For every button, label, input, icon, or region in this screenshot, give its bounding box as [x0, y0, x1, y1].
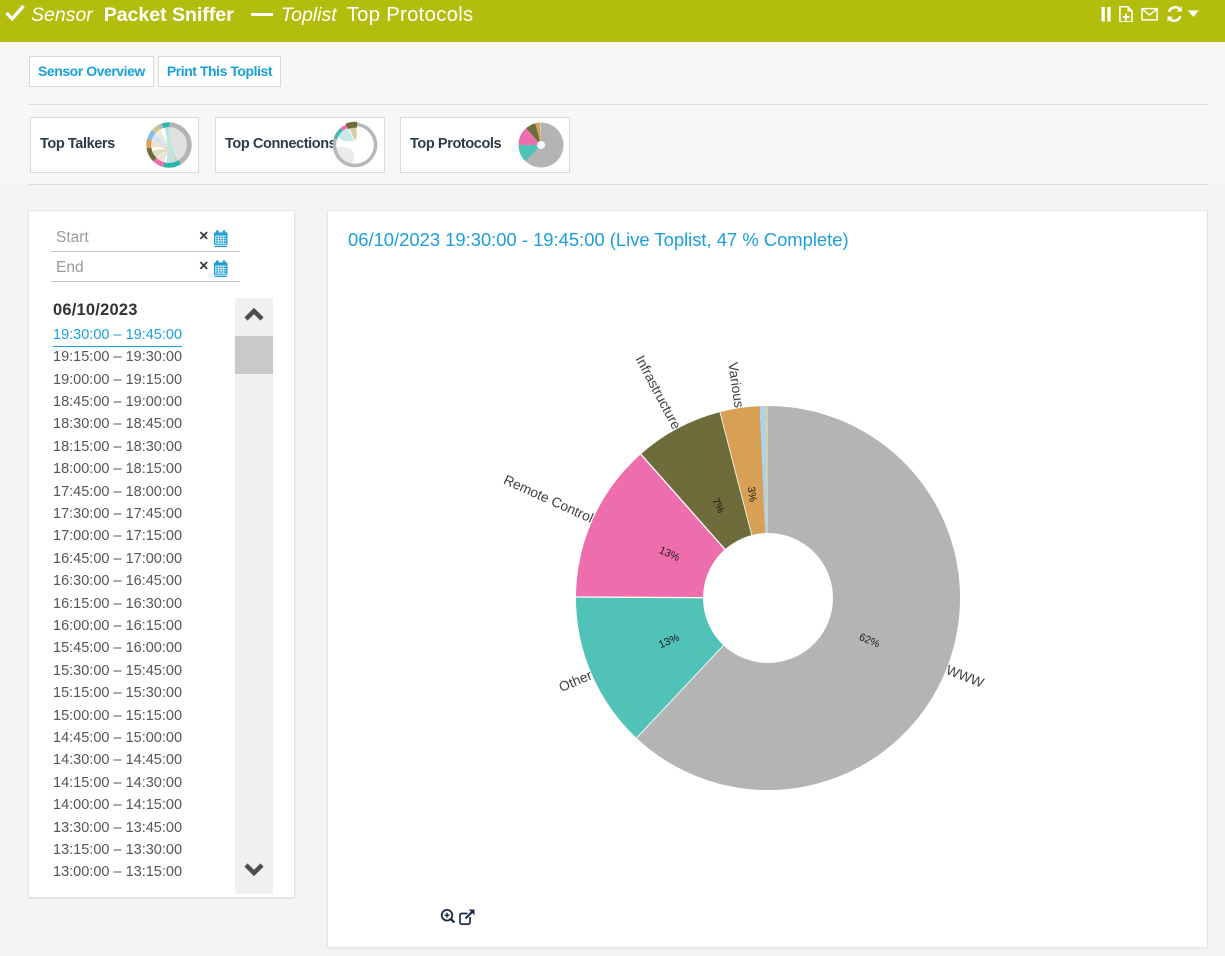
svg-text:Remote Control: Remote Control [501, 472, 595, 526]
svg-text:Various: Various [725, 361, 747, 409]
svg-text:Other: Other [557, 667, 595, 695]
svg-text:WWW: WWW [944, 662, 986, 690]
svg-text:Infrastructure: Infrastructure [632, 353, 684, 432]
svg-text:3%: 3% [745, 486, 759, 503]
